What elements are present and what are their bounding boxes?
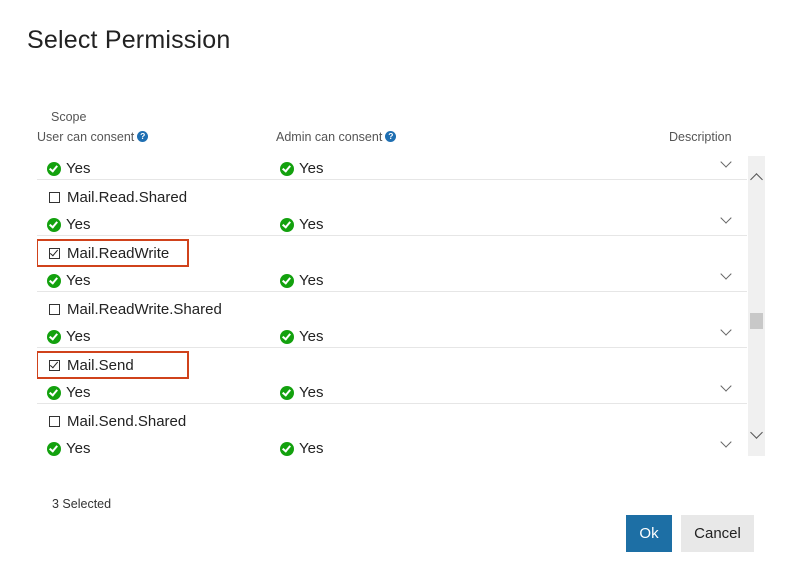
- check-circle-icon: [47, 329, 61, 344]
- chevron-down-icon[interactable]: [721, 215, 731, 225]
- permission-row: Mail.ReadWrite.Shared Yes Yes: [37, 292, 747, 348]
- user-consent-value: Yes: [47, 384, 90, 401]
- permission-name: Mail.ReadWrite: [67, 244, 170, 262]
- permission-list: Yes Yes Mail.Read.Shared Yes Yes Mail.Re…: [37, 156, 747, 456]
- check-circle-icon: [47, 441, 61, 456]
- selected-count: 3 Selected: [52, 497, 112, 511]
- chevron-down-icon[interactable]: [721, 159, 731, 169]
- chevron-down-icon[interactable]: [721, 271, 731, 281]
- user-consent-header-label: User can consent: [37, 130, 135, 144]
- permission-name-line: Mail.ReadWrite.Shared: [37, 297, 222, 321]
- permission-name: Mail.Send.Shared: [67, 412, 187, 430]
- scope-header: Scope: [51, 110, 87, 124]
- check-circle-icon: [280, 161, 294, 176]
- user-consent-value: Yes: [47, 216, 90, 233]
- permission-name: Mail.Send: [67, 356, 134, 374]
- admin-consent-value: Yes: [280, 384, 323, 401]
- permission-checkbox[interactable]: [49, 415, 60, 427]
- list-scrollbar[interactable]: [748, 156, 765, 456]
- check-circle-icon: [280, 217, 294, 232]
- chevron-up-icon[interactable]: [750, 173, 763, 186]
- permission-row: Mail.Send Yes Yes: [37, 348, 747, 404]
- check-circle-icon: [280, 441, 294, 456]
- check-circle-icon: [47, 273, 61, 288]
- chevron-down-icon[interactable]: [721, 327, 731, 337]
- admin-consent-header-label: Admin can consent: [276, 130, 383, 144]
- check-circle-icon: [47, 217, 61, 232]
- chevron-down-icon[interactable]: [721, 439, 731, 449]
- permission-name-line: Mail.Read.Shared: [37, 185, 187, 209]
- check-circle-icon: [47, 385, 61, 400]
- admin-consent-value: Yes: [280, 440, 323, 456]
- permission-checkbox[interactable]: [49, 359, 60, 371]
- admin-consent-value: Yes: [280, 160, 323, 177]
- permission-row: Mail.Read.Shared Yes Yes: [37, 180, 747, 236]
- admin-consent-value: Yes: [280, 328, 323, 345]
- help-icon[interactable]: ?: [385, 131, 397, 143]
- admin-consent-header: Admin can consent?: [276, 130, 397, 144]
- permission-row: Mail.Send.Shared Yes Yes: [37, 404, 747, 456]
- permission-name-line: Mail.Send: [37, 351, 189, 379]
- user-consent-header: User can consent?: [37, 130, 149, 144]
- user-consent-value: Yes: [47, 272, 90, 289]
- description-header: Description: [669, 130, 732, 144]
- permission-row: Yes Yes: [37, 156, 747, 180]
- help-icon[interactable]: ?: [137, 131, 149, 143]
- permission-name: Mail.ReadWrite.Shared: [67, 300, 222, 318]
- chevron-down-icon[interactable]: [750, 426, 763, 439]
- ok-button[interactable]: Ok: [626, 515, 672, 552]
- admin-consent-value: Yes: [280, 272, 323, 289]
- permission-checkbox[interactable]: [49, 247, 60, 259]
- check-circle-icon: [280, 329, 294, 344]
- permission-name: Mail.Read.Shared: [67, 188, 188, 206]
- scrollbar-thumb[interactable]: [750, 313, 763, 329]
- check-circle-icon: [47, 161, 61, 176]
- permission-row: Mail.ReadWrite Yes Yes: [37, 236, 747, 292]
- user-consent-value: Yes: [47, 160, 90, 177]
- permission-name-line: Mail.ReadWrite: [37, 239, 189, 267]
- dialog-title: Select Permission: [27, 26, 231, 54]
- user-consent-value: Yes: [47, 440, 90, 456]
- permission-checkbox[interactable]: [49, 303, 60, 315]
- cancel-button[interactable]: Cancel: [681, 515, 754, 552]
- permission-checkbox[interactable]: [49, 191, 60, 203]
- permission-name-line: Mail.Send.Shared: [37, 409, 186, 433]
- check-circle-icon: [280, 273, 294, 288]
- check-circle-icon: [280, 385, 294, 400]
- admin-consent-value: Yes: [280, 216, 323, 233]
- chevron-down-icon[interactable]: [721, 383, 731, 393]
- user-consent-value: Yes: [47, 328, 90, 345]
